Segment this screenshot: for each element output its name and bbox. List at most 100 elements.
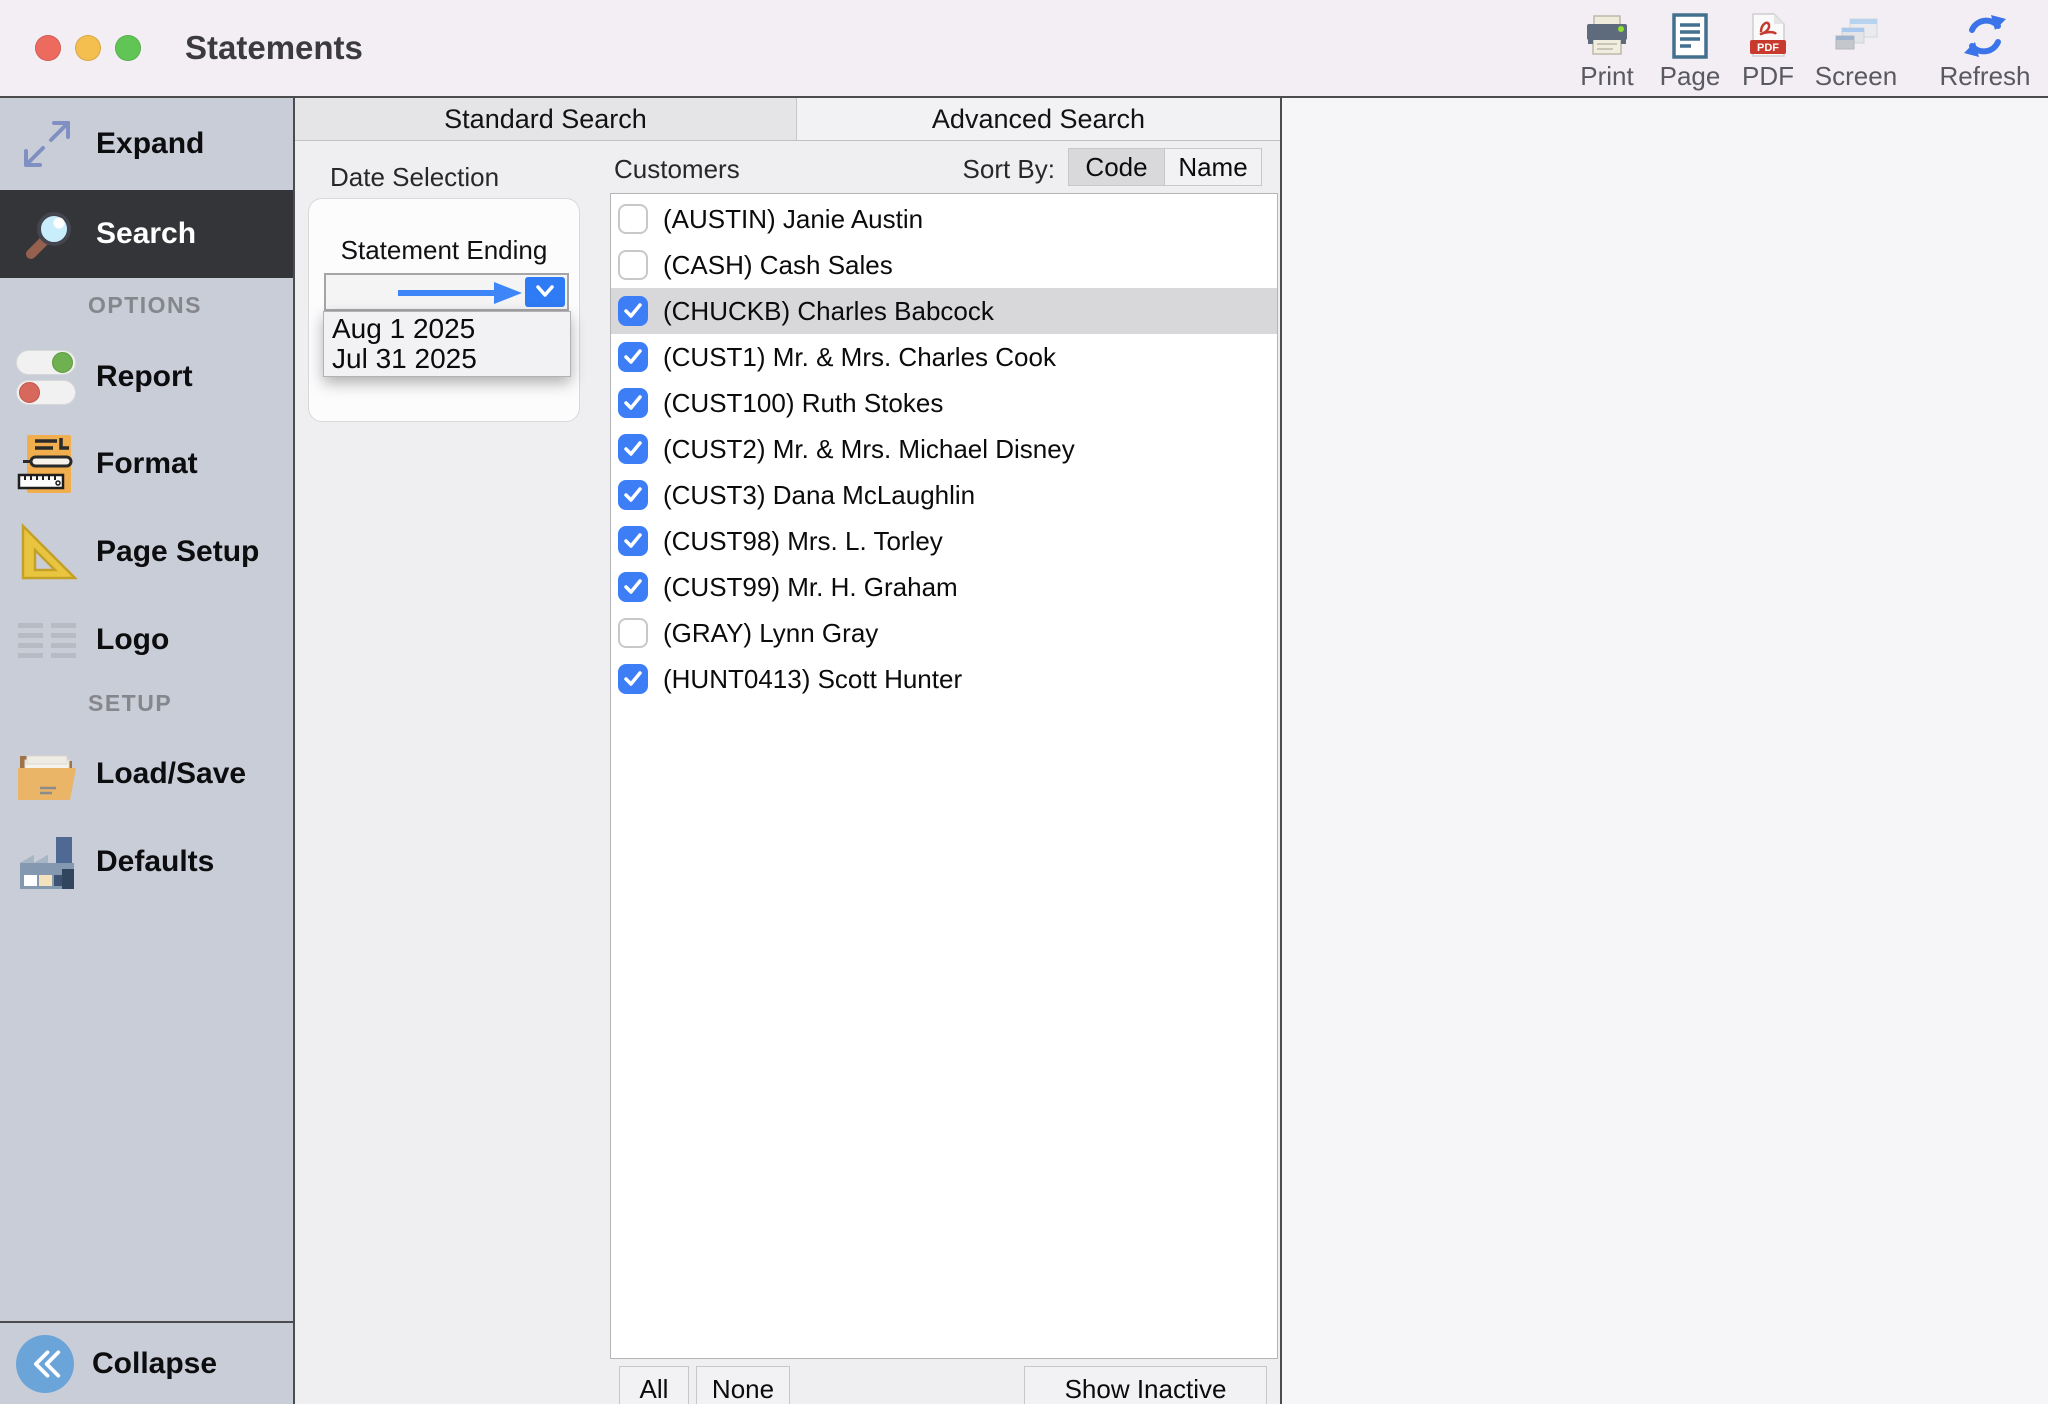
sidebar-item-collapse[interactable]: Collapse (0, 1323, 293, 1404)
preview-area (1282, 98, 2048, 1404)
sidebar-item-label: Format (96, 447, 198, 481)
sort-name-button[interactable]: Name (1165, 148, 1262, 186)
sidebar: Expand Search OPTIONS Report (0, 98, 293, 1404)
sidebar-item-defaults[interactable]: Defaults (0, 818, 293, 906)
sidebar-item-label: Defaults (96, 845, 214, 879)
sidebar-item-label: Search (96, 217, 196, 251)
pdf-badge-text: PDF (1757, 42, 1779, 54)
sidebar-section-setup: SETUP (88, 690, 172, 717)
customer-label: (CUST3) Dana McLaughlin (663, 480, 975, 511)
sort-segment-group: Code Name (1068, 148, 1262, 186)
sort-code-button[interactable]: Code (1068, 148, 1165, 186)
sidebar-item-load-save[interactable]: Load/Save (0, 730, 293, 818)
customer-label: (HUNT0413) Scott Hunter (663, 664, 962, 695)
checkbox-checked-icon[interactable] (618, 388, 648, 418)
sidebar-item-search[interactable]: Search (0, 190, 293, 278)
folder-icon (16, 743, 78, 805)
customer-row[interactable]: (CUST2) Mr. & Mrs. Michael Disney (611, 426, 1277, 472)
sidebar-item-label: Expand (96, 127, 204, 161)
sidebar-item-label: Page Setup (96, 535, 259, 569)
checkbox-checked-icon[interactable] (618, 480, 648, 510)
search-panel: Standard Search Advanced Search Date Sel… (295, 98, 1280, 1404)
customer-label: (CUST98) Mrs. L. Torley (663, 526, 943, 557)
close-icon[interactable] (35, 35, 61, 61)
checkbox-unchecked-icon[interactable] (618, 250, 648, 280)
date-selection-panel: Statement Ending Aug 1 2025 Jul 31 2025 (308, 198, 580, 422)
logo-icon (16, 609, 78, 671)
sidebar-item-expand[interactable]: Expand (0, 98, 293, 190)
app-window: Statements Print Pa (0, 0, 2048, 1404)
sort-by-label: Sort By: (940, 154, 1055, 185)
checkbox-checked-icon[interactable] (618, 526, 648, 556)
customer-label: (GRAY) Lynn Gray (663, 618, 878, 649)
date-selection-heading: Date Selection (330, 162, 499, 193)
collapse-icon (16, 1335, 74, 1393)
sidebar-item-label: Collapse (92, 1347, 217, 1381)
date-option[interactable]: Jul 31 2025 (324, 344, 570, 374)
customer-row[interactable]: (GRAY) Lynn Gray (611, 610, 1277, 656)
sidebar-item-format[interactable]: Format (0, 420, 293, 508)
date-option[interactable]: Aug 1 2025 (324, 314, 570, 344)
tab-advanced-search[interactable]: Advanced Search (797, 98, 1280, 140)
checkbox-checked-icon[interactable] (618, 434, 648, 464)
customer-label: (CASH) Cash Sales (663, 250, 893, 281)
tab-standard-search[interactable]: Standard Search (295, 98, 797, 140)
maximize-icon[interactable] (115, 35, 141, 61)
right-arrow-icon (396, 279, 526, 307)
refresh-button[interactable]: Refresh (1930, 10, 2040, 90)
customer-label: (AUSTIN) Janie Austin (663, 204, 923, 235)
toolbar-label: Refresh (1930, 62, 2040, 90)
checkbox-checked-icon[interactable] (618, 572, 648, 602)
customers-heading: Customers (614, 154, 740, 185)
page-setup-icon (16, 521, 78, 583)
customer-label: (CUST100) Ruth Stokes (663, 388, 943, 419)
statement-ending-field[interactable] (324, 273, 569, 311)
customer-row[interactable]: (HUNT0413) Scott Hunter (611, 656, 1277, 702)
search-icon (16, 203, 78, 265)
sidebar-item-page-setup[interactable]: Page Setup (0, 508, 293, 596)
show-inactive-button[interactable]: Show Inactive (1024, 1366, 1267, 1404)
checkbox-checked-icon[interactable] (618, 296, 648, 326)
checkbox-checked-icon[interactable] (618, 342, 648, 372)
customer-row[interactable]: (CASH) Cash Sales (611, 242, 1277, 288)
checkbox-unchecked-icon[interactable] (618, 618, 648, 648)
factory-icon (16, 831, 78, 893)
customer-row[interactable]: (CUST100) Ruth Stokes (611, 380, 1277, 426)
window-title: Statements (185, 0, 363, 96)
date-dropdown-list: Aug 1 2025 Jul 31 2025 (323, 311, 571, 377)
customer-list[interactable]: (AUSTIN) Janie Austin (CASH) Cash Sales (C… (610, 193, 1278, 1359)
sidebar-item-label: Load/Save (96, 757, 246, 791)
minimize-icon[interactable] (75, 35, 101, 61)
dropdown-button[interactable] (525, 277, 565, 307)
screen-icon (1801, 10, 1911, 62)
chevron-down-icon (533, 284, 557, 300)
customer-row[interactable]: (CUST1) Mr. & Mrs. Charles Cook (611, 334, 1277, 380)
customer-row[interactable]: (AUSTIN) Janie Austin (611, 196, 1277, 242)
customer-row[interactable]: (CUST99) Mr. H. Graham (611, 564, 1277, 610)
statement-ending-label: Statement Ending (309, 235, 579, 266)
customer-label: (CHUCKB) Charles Babcock (663, 296, 994, 327)
expand-icon (16, 113, 78, 175)
select-all-button[interactable]: All (619, 1366, 689, 1404)
customer-label: (CUST1) Mr. & Mrs. Charles Cook (663, 342, 1056, 373)
customer-row[interactable]: (CUST3) Dana McLaughlin (611, 472, 1277, 518)
sidebar-item-logo[interactable]: Logo (0, 596, 293, 684)
report-icon (16, 346, 78, 408)
customer-row[interactable]: (CUST98) Mrs. L. Torley (611, 518, 1277, 564)
sidebar-item-report[interactable]: Report (0, 332, 293, 422)
tabbar: Standard Search Advanced Search (295, 98, 1280, 141)
format-icon (16, 433, 78, 495)
sidebar-item-label: Report (96, 360, 193, 394)
titlebar: Statements Print Pa (0, 0, 2048, 96)
refresh-icon (1930, 10, 2040, 62)
sidebar-item-label: Logo (96, 623, 169, 657)
toolbar-label: Screen (1801, 62, 1911, 90)
customer-label: (CUST99) Mr. H. Graham (663, 572, 958, 603)
customer-label: (CUST2) Mr. & Mrs. Michael Disney (663, 434, 1075, 465)
screen-button[interactable]: Screen (1801, 10, 1911, 90)
select-none-button[interactable]: None (696, 1366, 790, 1404)
customer-row[interactable]: (CHUCKB) Charles Babcock (611, 288, 1277, 334)
sidebar-section-options: OPTIONS (88, 292, 202, 319)
checkbox-checked-icon[interactable] (618, 664, 648, 694)
checkbox-unchecked-icon[interactable] (618, 204, 648, 234)
